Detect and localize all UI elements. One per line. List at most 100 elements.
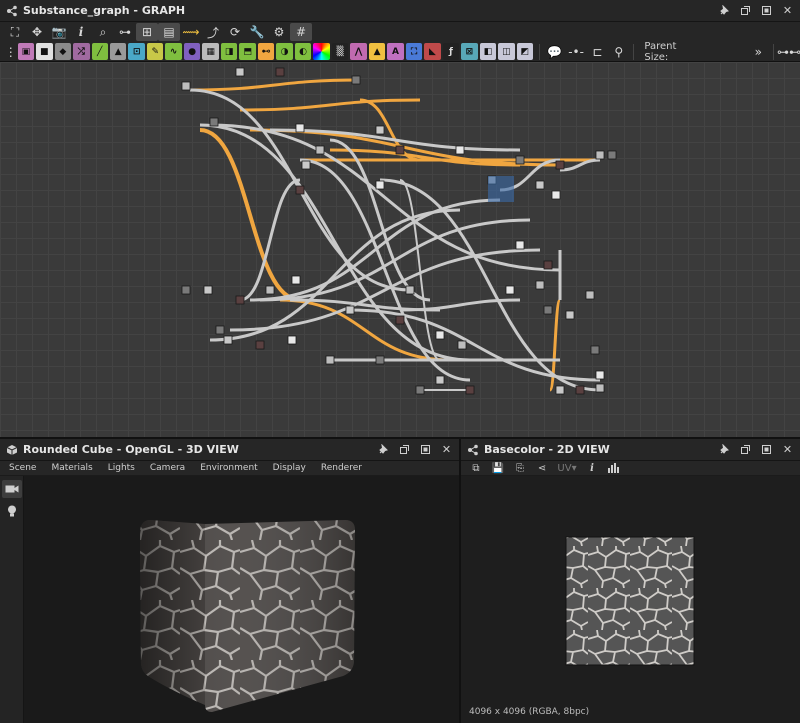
warp-node-icon[interactable]: ◑ [276,43,293,60]
graph-node[interactable] [255,340,265,350]
output-node-icon[interactable]: ◣ [424,43,441,60]
view2d-viewport[interactable]: 4096 x 4096 (RGBA, 8bpc) [461,476,800,723]
graph-node[interactable] [555,385,565,395]
graph-node[interactable] [275,67,285,77]
graph-node[interactable] [235,67,245,77]
graph-node[interactable] [457,340,467,350]
tools-icon[interactable]: 🔧 [246,23,268,41]
graph-node[interactable] [565,310,575,320]
graph-node[interactable] [395,145,405,155]
float-window-icon[interactable] [739,4,752,17]
graph-node[interactable] [607,150,617,160]
graph-node[interactable] [181,285,191,295]
graph-node[interactable] [543,260,553,270]
copy-icon[interactable]: ⎘ [513,462,527,474]
menu-display[interactable]: Display [273,463,306,473]
toolbar-overflow-button[interactable]: » [748,43,769,61]
maximize-icon[interactable] [760,4,773,17]
graph-node[interactable] [315,145,325,155]
graph-node[interactable] [351,75,361,85]
graph-node[interactable] [291,275,301,285]
comment-icon[interactable]: 💬 [544,43,565,61]
graph-node[interactable] [455,145,465,155]
graph-node[interactable] [595,150,605,160]
graph-node[interactable] [435,330,445,340]
dot-node-icon[interactable]: -•- [565,43,586,61]
info-icon[interactable]: i [585,462,599,474]
graph-node[interactable] [395,315,405,325]
fill-node-icon[interactable]: ◆ [54,43,72,60]
graph-node[interactable] [535,180,545,190]
info-icon[interactable]: i [70,23,92,41]
color-wheel-node-icon[interactable] [313,43,330,60]
graph-node[interactable] [515,155,525,165]
graph-node[interactable] [325,355,335,365]
frame-node-icon[interactable]: ⛶ [405,43,423,60]
screenshot-icon[interactable]: 📷 [48,23,70,41]
graph-node[interactable] [375,125,385,135]
pin-icon[interactable] [718,4,731,17]
close-icon[interactable]: ✕ [781,4,794,17]
graph-node[interactable] [265,285,275,295]
save-icon[interactable]: 💾 [491,462,505,474]
refresh-icon[interactable]: ⟳ [224,23,246,41]
noise-node-icon[interactable]: ▒ [331,43,349,60]
graph-canvas[interactable] [0,62,800,438]
directional-node-icon[interactable]: ⬒ [239,43,256,60]
toolbar-handle[interactable]: ⋮ [4,43,18,61]
frame-comment-icon[interactable]: ⊏ [587,43,608,61]
graph-node[interactable] [465,385,475,395]
pin-icon[interactable] [718,443,731,456]
search-icon[interactable]: ⌕ [92,23,114,41]
curve-node-icon[interactable]: ∿ [165,43,182,60]
gradient-node-icon[interactable]: ╱ [91,43,108,60]
graph-node[interactable] [181,81,191,91]
graph-node[interactable] [551,190,561,200]
graph-node[interactable] [575,385,585,395]
graph-node[interactable] [287,335,297,345]
function-node-icon[interactable]: ƒ [442,43,460,60]
distance-node-icon[interactable]: ⋀ [350,43,367,60]
hsl-node-icon[interactable]: ◐ [294,43,312,60]
graph-node[interactable] [203,285,213,295]
menu-scene[interactable]: Scene [9,463,36,473]
pixel-processor-node-icon[interactable]: ⊠ [461,43,478,60]
graph-node[interactable] [585,290,595,300]
pin-node-icon[interactable]: ⚲ [608,43,629,61]
normal-node-icon[interactable]: ◩ [516,43,534,60]
close-icon[interactable]: ✕ [440,443,453,456]
connector-icon[interactable]: ⊶⊷ [777,43,800,61]
graph-node[interactable] [375,180,385,190]
frame-all-icon[interactable]: ⛶ [4,23,26,41]
share-icon[interactable]: ⋖ [535,462,549,474]
frame-selected-icon[interactable]: ✥ [26,23,48,41]
fx-map-node-icon[interactable]: ◧ [479,43,497,60]
graph-node[interactable] [590,345,600,355]
graph-node[interactable] [223,335,233,345]
float-window-icon[interactable] [398,443,411,456]
blend-node-icon[interactable]: ⊷ [257,43,275,60]
emboss-node-icon[interactable]: ◨ [220,43,238,60]
hierarchy-view-icon[interactable]: ⊞ [136,23,158,41]
graph-node[interactable] [435,375,445,385]
graph-node[interactable] [375,355,385,365]
bitmap-node-icon[interactable]: ▣ [17,43,35,60]
selected-node-frame[interactable] [488,176,514,202]
fit-view-icon[interactable]: ⧉ [469,462,483,474]
histogram-node-icon[interactable]: ▲ [368,43,386,60]
pin-icon[interactable] [377,443,390,456]
histogram-icon[interactable] [607,462,621,474]
menu-renderer[interactable]: Renderer [321,463,362,473]
menu-camera[interactable]: Camera [150,463,185,473]
view3d-viewport[interactable] [24,476,459,723]
graph-node[interactable] [301,160,311,170]
svg-node-icon[interactable]: ◫ [498,43,515,60]
uniform-color-node-icon[interactable]: ■ [36,43,53,60]
graph-node[interactable] [535,280,545,290]
camera-icon[interactable] [2,480,22,498]
close-icon[interactable]: ✕ [781,443,794,456]
graph-node[interactable] [415,385,425,395]
uv-dropdown[interactable]: UV ▾ [557,462,577,474]
graph-node[interactable] [295,185,305,195]
graph-node[interactable] [595,370,605,380]
